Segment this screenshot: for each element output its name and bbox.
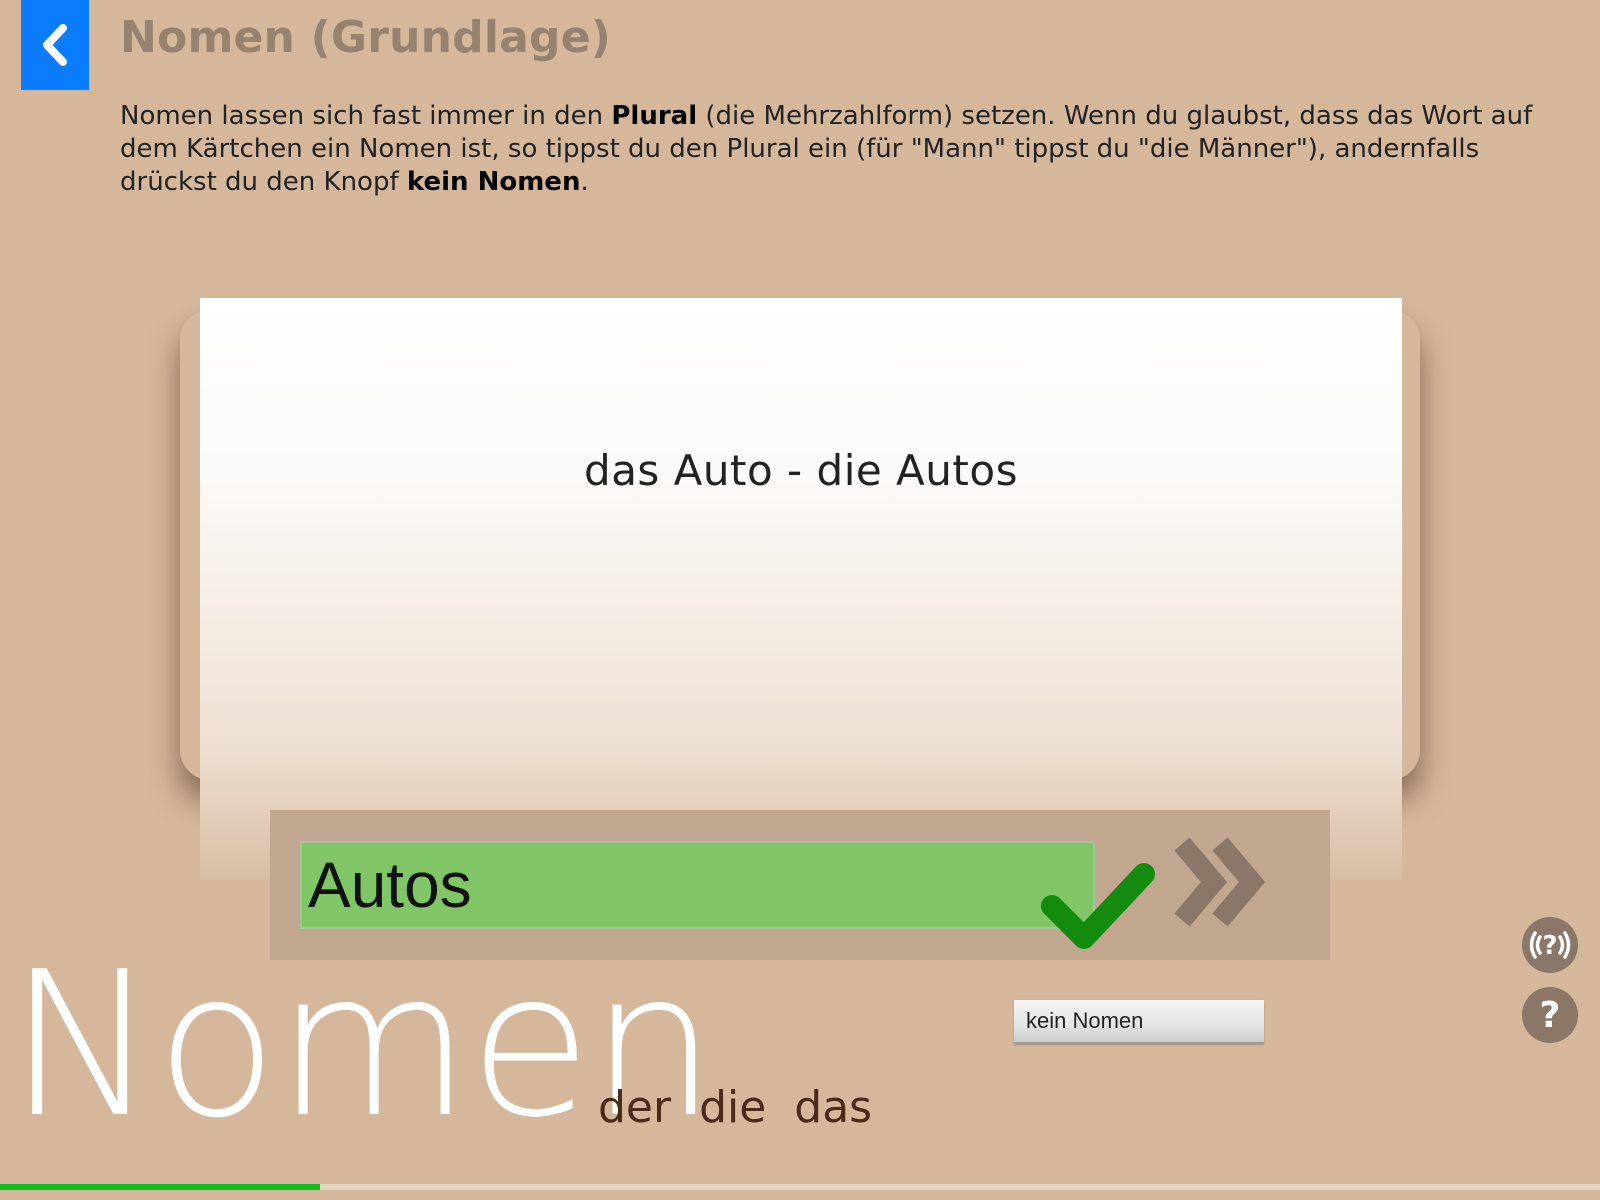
chevron-left-icon (43, 24, 67, 66)
card-word: das Auto - die Autos (584, 446, 1018, 495)
svg-text:?: ? (1542, 931, 1557, 961)
page-title: Nomen (Grundlage) (120, 12, 612, 63)
back-button[interactable] (21, 0, 89, 90)
help-icon: ? (1522, 987, 1578, 1043)
instructions-plural: Plural (611, 101, 698, 131)
instructions-part-1: Nomen lassen sich fast immer in den (120, 101, 612, 131)
help-button[interactable]: ? (1522, 987, 1578, 1047)
progress-bar (0, 1184, 1600, 1190)
next-button[interactable] (1168, 834, 1272, 934)
flash-card: das Auto - die Autos (200, 298, 1402, 880)
progress-fill (0, 1184, 320, 1190)
articles-label: der die das (598, 1082, 873, 1133)
check-icon (1041, 863, 1155, 949)
answer-input[interactable] (300, 841, 1095, 929)
instructions-kein-nomen: kein Nomen (406, 167, 581, 197)
instructions-text: Nomen lassen sich fast immer in den Plur… (120, 100, 1540, 199)
kein-nomen-button[interactable]: kein Nomen (1014, 1000, 1264, 1044)
audio-help-button[interactable]: ? (1522, 917, 1578, 977)
svg-text:?: ? (1540, 995, 1561, 1036)
instructions-part-3: . (580, 167, 589, 197)
double-chevron-right-icon (1174, 837, 1266, 927)
audio-help-icon: ? (1522, 917, 1578, 973)
